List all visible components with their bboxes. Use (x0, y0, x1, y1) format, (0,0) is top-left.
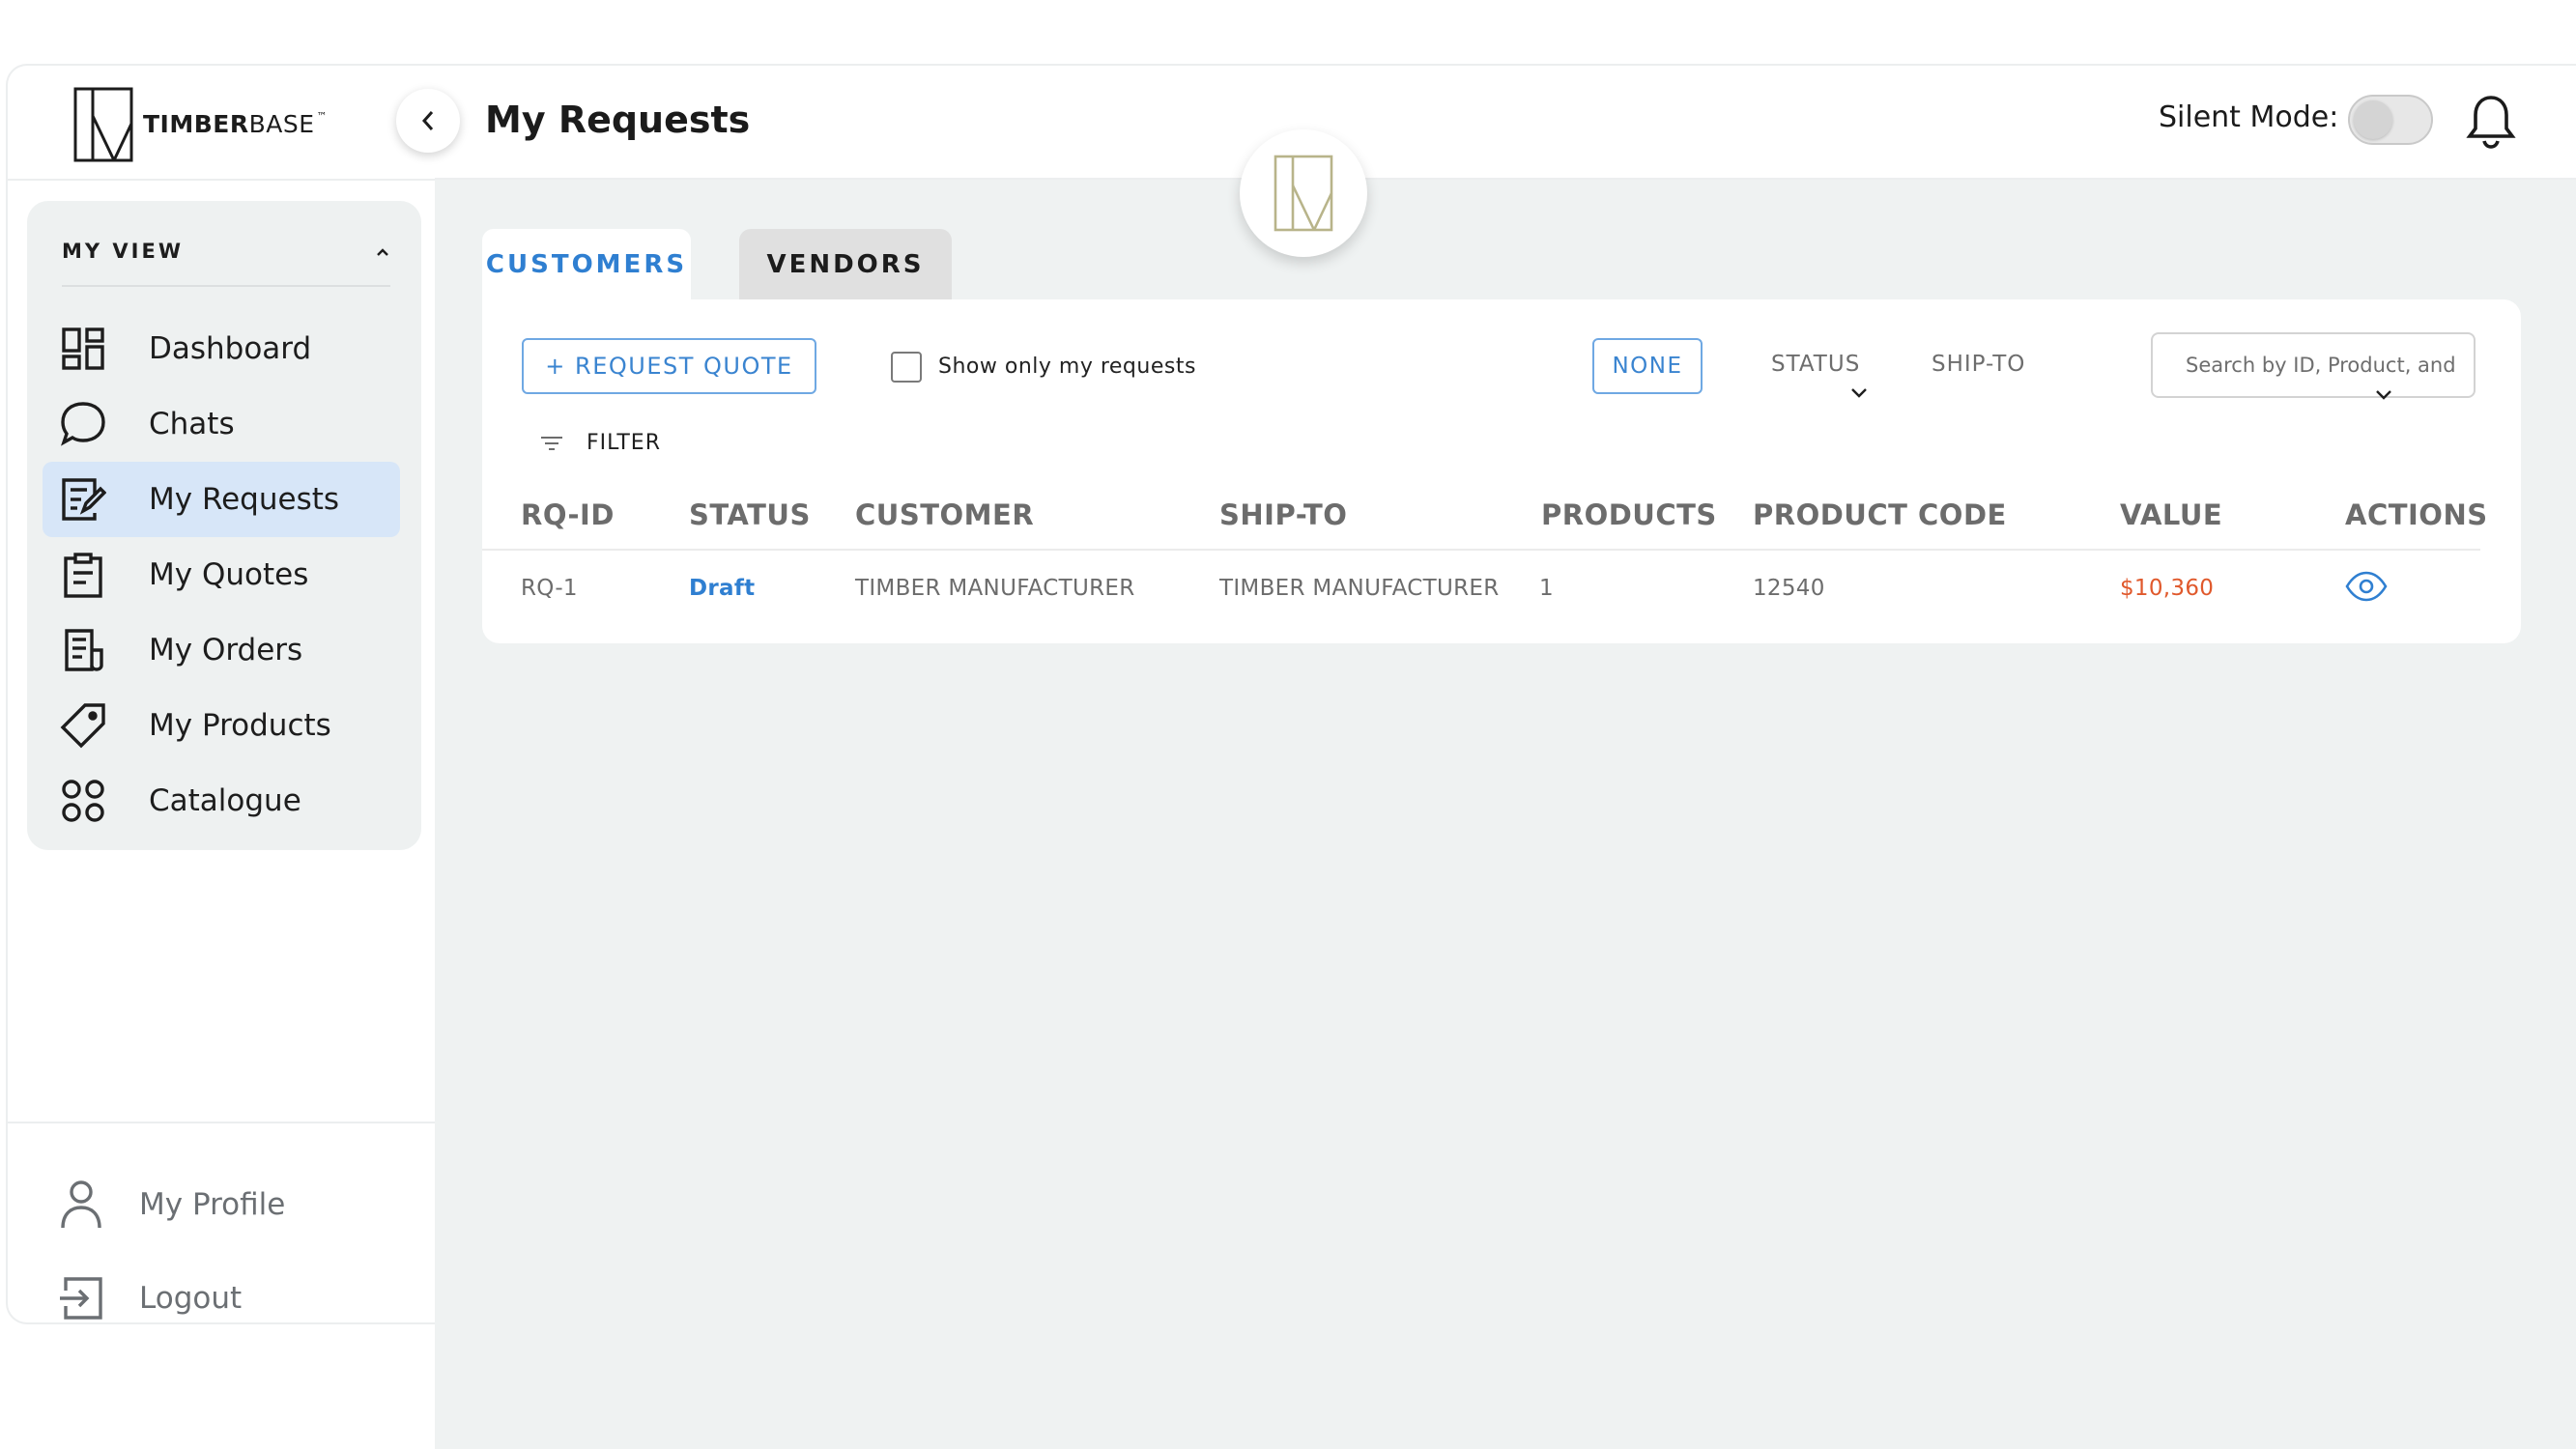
sidebar-item-label: Logout (139, 1281, 243, 1316)
sidebar-item-my-profile[interactable]: My Profile (56, 1171, 385, 1238)
filter-button[interactable]: FILTER (540, 431, 661, 455)
logo-area: TIMBERBASE ™ (8, 66, 435, 181)
search-input[interactable]: Search by ID, Product, and (2151, 332, 2476, 398)
cell-value: $10,360 (2120, 576, 2215, 601)
column-header-customer[interactable]: CUSTOMER (855, 498, 1034, 531)
silent-mode-toggle[interactable] (2348, 95, 2433, 145)
cell-rq-id: RQ-1 (521, 576, 578, 601)
price-tag-icon (58, 700, 108, 751)
column-header-actions: ACTIONS (2345, 498, 2488, 531)
sidebar-item-label: Chats (149, 407, 235, 441)
sidebar-item-dashboard[interactable]: Dashboard (43, 311, 400, 386)
chevron-down-icon[interactable] (2374, 388, 2393, 402)
user-icon (56, 1179, 106, 1230)
cell-status: Draft (689, 576, 756, 601)
receipt-icon (58, 625, 108, 675)
sidebar-item-label: My Requests (149, 482, 340, 517)
top-bar: My Requests Silent Mode: (435, 64, 2576, 180)
bell-icon[interactable] (2464, 93, 2518, 149)
sidebar-item-label: My Profile (139, 1187, 286, 1222)
column-header-rq-id[interactable]: RQ-ID (521, 498, 615, 531)
group-by-none-button[interactable]: NONE (1592, 338, 1703, 394)
brand-name: TIMBERBASE ™ (143, 110, 329, 138)
filter-lines-icon (541, 436, 562, 450)
group-by-ship-to-button[interactable]: SHIP-TO (1932, 352, 2025, 377)
column-header-status[interactable]: STATUS (689, 498, 811, 531)
requests-card: + REQUEST QUOTE Show only my requests NO… (482, 299, 2521, 643)
sidebar-item-label: My Orders (149, 633, 303, 668)
sidebar-item-label: Catalogue (149, 783, 301, 818)
chat-bubble-icon (58, 399, 108, 449)
cell-ship-to: TIMBER MANUFACTURER (1219, 576, 1500, 601)
column-header-value[interactable]: VALUE (2120, 498, 2222, 531)
floating-logo (1240, 129, 1367, 257)
sidebar: TIMBERBASE ™ MY VIEW Dashboard Chats My … (6, 64, 435, 1324)
my-view-title: MY VIEW (62, 240, 184, 263)
cell-customer: TIMBER MANUFACTURER (855, 576, 1135, 601)
divider (62, 285, 390, 287)
chevron-up-icon[interactable] (375, 243, 390, 262)
sidebar-item-chats[interactable]: Chats (43, 386, 400, 462)
chevron-left-icon (421, 111, 434, 130)
sidebar-item-my-requests[interactable]: My Requests (43, 462, 400, 537)
sidebar-item-catalogue[interactable]: Catalogue (43, 763, 400, 838)
request-quote-button[interactable]: + REQUEST QUOTE (522, 338, 816, 394)
silent-mode-label: Silent Mode: (2159, 100, 2339, 134)
show-only-my-requests-checkbox[interactable] (891, 352, 922, 383)
eye-icon[interactable] (2345, 570, 2388, 603)
collapse-sidebar-button[interactable] (396, 89, 460, 153)
cell-product-code: 12540 (1753, 576, 1825, 601)
column-header-product-code[interactable]: PRODUCT CODE (1753, 498, 2007, 531)
timberbase-logo-icon (73, 87, 133, 162)
page-title: My Requests (485, 99, 751, 141)
logout-icon (56, 1273, 106, 1323)
filter-label: FILTER (587, 431, 661, 455)
dashboard-icon (58, 324, 108, 374)
chevron-down-icon[interactable] (1849, 386, 1869, 400)
group-by-status-button[interactable]: STATUS (1771, 352, 1860, 377)
sidebar-item-my-products[interactable]: My Products (43, 688, 400, 763)
timberbase-logo-icon (1274, 155, 1333, 232)
show-only-my-requests-label[interactable]: Show only my requests (938, 355, 1196, 379)
sidebar-item-label: My Quotes (149, 557, 309, 592)
sidebar-item-label: My Products (149, 708, 331, 743)
sidebar-item-logout[interactable]: Logout (56, 1264, 385, 1332)
toggle-knob (2354, 100, 2392, 139)
request-edit-icon (58, 474, 108, 525)
sidebar-item-my-orders[interactable]: My Orders (43, 612, 400, 688)
table-divider (482, 549, 2480, 551)
column-header-products[interactable]: PRODUCTS (1541, 498, 1717, 531)
sidebar-item-my-quotes[interactable]: My Quotes (43, 537, 400, 612)
cell-products: 1 (1539, 576, 1554, 601)
tab-customers[interactable]: CUSTOMERS (482, 229, 691, 300)
column-header-ship-to[interactable]: SHIP-TO (1219, 498, 1347, 531)
clipboard-icon (58, 550, 108, 600)
four-circles-icon (58, 776, 108, 826)
my-view-header[interactable]: MY VIEW (62, 240, 390, 274)
my-view-panel: MY VIEW Dashboard Chats My Requests My Q… (27, 201, 421, 850)
divider (8, 1122, 435, 1123)
sidebar-item-label: Dashboard (149, 331, 312, 366)
tab-vendors[interactable]: VENDORS (739, 229, 952, 300)
